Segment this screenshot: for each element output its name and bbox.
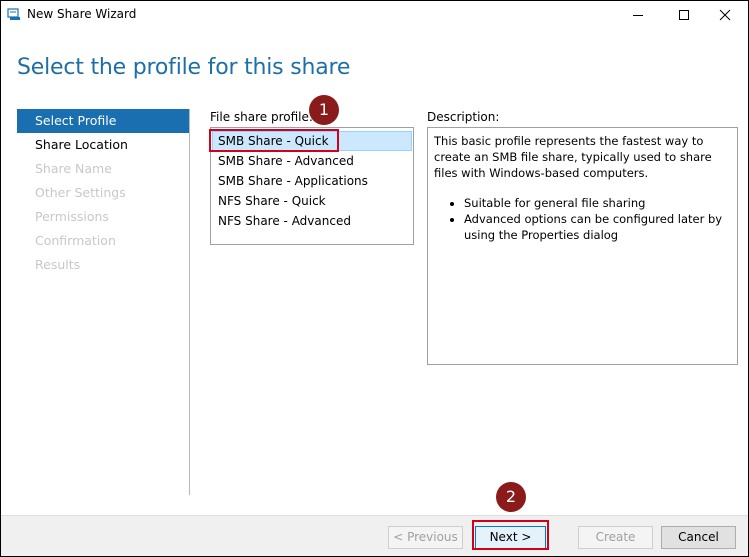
description-label: Description: xyxy=(427,110,500,124)
nav-item-share-name: Share Name xyxy=(35,161,112,176)
wizard-footer: < Previous Next > Create Cancel xyxy=(1,515,748,556)
nav-item-results: Results xyxy=(35,257,81,272)
wizard-window: New Share Wizard Select the profile for … xyxy=(0,0,749,557)
profile-item-nfs-quick[interactable]: NFS Share - Quick xyxy=(212,191,412,211)
title-bar[interactable]: New Share Wizard xyxy=(1,1,748,29)
description-bullet: Suitable for general file sharing xyxy=(464,195,731,211)
description-bullet: Advanced options can be configured later… xyxy=(464,211,731,243)
minimize-button[interactable] xyxy=(615,1,661,29)
nav-item-share-location[interactable]: Share Location xyxy=(17,133,189,157)
annotation-badge-2: 2 xyxy=(496,482,526,512)
share-wizard-icon xyxy=(7,8,20,20)
minimize-icon xyxy=(633,15,643,16)
close-button[interactable] xyxy=(702,1,748,29)
nav-item-other-settings: Other Settings xyxy=(35,185,126,200)
previous-button[interactable]: < Previous xyxy=(388,526,463,549)
maximize-button[interactable] xyxy=(661,1,707,29)
maximize-icon xyxy=(679,10,689,20)
profile-list-label: File share profile: xyxy=(210,110,313,124)
window-title: New Share Wizard xyxy=(27,7,137,21)
description-text: This basic profile represents the fastes… xyxy=(434,134,712,180)
cancel-button[interactable]: Cancel xyxy=(661,526,736,549)
nav-item-confirmation: Confirmation xyxy=(35,233,116,248)
create-button[interactable]: Create xyxy=(578,526,653,549)
profile-item-smb-applications[interactable]: SMB Share - Applications xyxy=(212,171,412,191)
annotation-badge-1: 1 xyxy=(309,95,339,125)
page-title: Select the profile for this share xyxy=(17,55,351,80)
profile-item-smb-advanced[interactable]: SMB Share - Advanced xyxy=(212,151,412,171)
description-box: This basic profile represents the fastes… xyxy=(427,127,738,365)
wizard-nav: Select Profile Share Location Share Name… xyxy=(17,109,189,277)
nav-item-select-profile[interactable]: Select Profile xyxy=(17,109,189,133)
nav-divider xyxy=(189,109,190,495)
annotation-highlight-next xyxy=(472,520,549,550)
annotation-highlight-profile xyxy=(209,129,339,152)
profile-item-nfs-advanced[interactable]: NFS Share - Advanced xyxy=(212,211,412,231)
close-icon xyxy=(719,9,731,21)
description-bullets: Suitable for general file sharing Advanc… xyxy=(434,195,731,243)
nav-item-permissions: Permissions xyxy=(35,209,109,224)
